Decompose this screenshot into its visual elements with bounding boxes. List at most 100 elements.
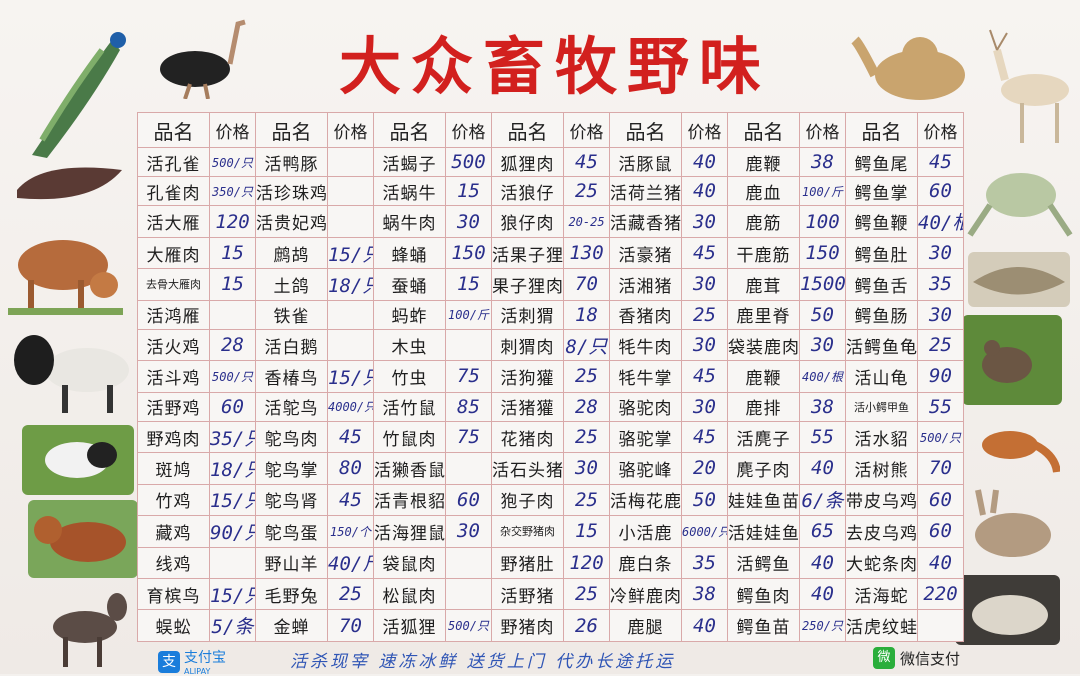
item-price-cell: 40	[799, 452, 846, 485]
item-name-cell: 活贵妃鸡	[255, 205, 328, 238]
item-price-cell: 20	[681, 452, 728, 485]
camel-icon	[845, 25, 970, 115]
item-price-cell: 60	[445, 483, 492, 517]
item-name-cell: 骆驼肉	[609, 391, 682, 422]
item-name-cell: 去皮乌鸡	[845, 515, 918, 548]
item-price-cell	[917, 609, 964, 642]
item-price-cell: 40	[799, 546, 846, 579]
alipay-sublabel: ALIPAY	[184, 667, 211, 676]
item-name-cell: 活青根貂	[373, 483, 446, 517]
item-price-cell: 45	[563, 146, 610, 178]
item-price-cell: 40	[681, 146, 728, 178]
item-price-cell: 90	[917, 360, 964, 393]
footer-bar: 支 支付宝 ALIPAY 活杀现宰 速冻冰鲜 送货上门 代办长途托运 微 微信支…	[140, 645, 960, 676]
item-price-cell: 25	[563, 420, 610, 454]
item-price-cell: 15	[445, 268, 492, 301]
table-header-row: 品名 价格 品名 价格 品名 价格 品名 价格 品名 价格 品名 价格 品名 价格	[137, 112, 964, 148]
item-name-cell: 鳄鱼掌	[845, 176, 918, 207]
item-price-cell: 15	[563, 515, 610, 548]
item-name-cell: 鸵鸟掌	[255, 452, 328, 485]
item-price-cell: 40/斤	[327, 546, 374, 579]
item-price-cell: 500/只	[445, 609, 492, 642]
item-price-cell: 40/根	[917, 205, 964, 238]
table-row: 藏鸡90/只鸵鸟蛋150/个活海狸鼠30杂交野猪肉15小活鹿6000/只活娃娃鱼…	[137, 515, 964, 548]
item-price-cell: 120	[563, 546, 610, 579]
item-price-cell: 25	[563, 360, 610, 393]
wechat-icon: 微	[872, 647, 895, 669]
item-name-cell: 活鸵鸟	[255, 391, 328, 422]
item-name-cell: 活荷兰猪	[609, 176, 682, 207]
service-slogan: 活杀现宰 速冻冰鲜 送货上门 代办长途托运	[290, 652, 676, 672]
dog-icon	[28, 500, 138, 578]
item-price-cell	[209, 546, 256, 579]
item-price-cell	[327, 205, 374, 238]
item-name-cell: 鹿茸	[727, 268, 800, 301]
header-price-cell: 价格	[563, 112, 610, 148]
item-price-cell: 1500	[799, 268, 846, 301]
item-name-cell: 大蛇条肉	[845, 546, 918, 579]
item-name-cell: 活藏香猪	[609, 205, 682, 238]
item-name-cell: 麂子肉	[727, 452, 800, 485]
item-name-cell: 鳄鱼肠	[845, 299, 918, 330]
item-price-cell: 5/条	[209, 609, 256, 642]
item-name-cell: 野鸡肉	[137, 420, 210, 454]
item-name-cell: 育槟鸟	[137, 577, 210, 611]
item-price-cell: 20-25	[563, 205, 610, 238]
item-name-cell: 金蝉	[255, 609, 328, 642]
item-price-cell	[445, 452, 492, 485]
item-name-cell: 松鼠肉	[373, 577, 446, 611]
table-row: 斑鸠18/只鸵鸟掌80活獭香鼠 活石头猪30骆驼峰20麂子肉40活树熊70	[137, 452, 964, 485]
item-name-cell: 斑鸠	[137, 452, 210, 485]
table-row: 竹鸡15/只鸵鸟肾45活青根貂60狍子肉25活梅花鹿50娃娃鱼苗6/条带皮乌鸡6…	[137, 483, 964, 517]
item-price-cell	[445, 546, 492, 579]
item-name-cell: 铁雀	[255, 299, 328, 330]
table-row: 育槟鸟15/只毛野兔25松鼠肉活野猪25冷鲜鹿肉38鳄鱼肉40活海蛇220	[137, 577, 964, 611]
item-price-cell: 45	[327, 420, 374, 454]
item-name-cell: 孔雀肉	[137, 176, 210, 207]
item-name-cell: 带皮乌鸡	[845, 483, 918, 517]
table-row: 孔雀肉 350/只 活珍珠鸡 活蜗牛 15 活狼仔 25 活荷兰猪 40 鹿血 100/斤 鳄鱼掌 60	[137, 176, 964, 207]
item-name-cell: 鳄鱼苗	[727, 609, 800, 642]
item-name-cell: 袋装鹿肉	[727, 328, 800, 362]
item-price-cell: 38	[799, 146, 846, 178]
item-price-cell: 18/只	[327, 268, 374, 301]
table-row: 活孔雀 500/只 活鸭豚 活蝎子 500 狐狸肉 45 活豚鼠 40 鹿鞭 38 鳄鱼尾 45	[137, 146, 964, 178]
header-price-cell: 价格	[327, 112, 374, 148]
item-price-cell	[327, 299, 374, 330]
item-name-cell: 活野鸡	[137, 391, 210, 422]
item-price-cell	[327, 328, 374, 362]
item-name-cell: 活石头猪	[491, 452, 564, 485]
item-price-cell: 15/只	[209, 483, 256, 517]
item-price-cell: 150	[799, 236, 846, 270]
item-name-cell: 活白鹅	[255, 328, 328, 362]
item-price-cell: 75	[445, 360, 492, 393]
item-name-cell: 活火鸡	[137, 328, 210, 362]
item-name-cell: 鸵鸟肾	[255, 483, 328, 517]
sea-cucumber-icon	[12, 150, 127, 210]
item-name-cell: 活鸿雁	[137, 299, 210, 330]
item-price-cell: 350/只	[209, 176, 256, 207]
item-name-cell: 狐狸肉	[491, 146, 564, 178]
item-name-cell: 活水貂	[845, 420, 918, 454]
item-name-cell: 冷鲜鹿肉	[609, 577, 682, 611]
hedgehog-icon	[955, 575, 1060, 645]
price-table: 品名 价格 品名 价格 品名 价格 品名 价格 品名 价格 品名 价格 品名 价格 活孔雀 500/只 活鸭豚…	[137, 112, 964, 642]
table-row: 去骨大雁肉15土鸽18/只蚕蛹15果子狸肉70活湘猪30鹿茸1500鳄鱼舌35	[137, 268, 964, 301]
item-price-cell: 45	[681, 360, 728, 393]
item-name-cell: 活刺猬	[491, 299, 564, 330]
item-price-cell	[445, 577, 492, 611]
item-name-cell: 活果子狸	[491, 236, 564, 270]
item-price-cell: 8/只	[563, 328, 610, 362]
item-name-cell: 活蝎子	[373, 146, 446, 178]
item-price-cell: 50	[799, 299, 846, 330]
item-price-cell: 400/根	[799, 360, 846, 393]
item-name-cell: 鸵鸟蛋	[255, 515, 328, 548]
item-name-cell: 牦牛掌	[609, 360, 682, 393]
item-price-cell: 60	[917, 483, 964, 517]
item-name-cell: 鳄鱼舌	[845, 268, 918, 301]
item-name-cell: 鸵鸟肉	[255, 420, 328, 454]
item-name-cell: 活狼仔	[491, 176, 564, 207]
item-price-cell: 500/只	[209, 146, 256, 178]
item-name-cell: 鳄鱼尾	[845, 146, 918, 178]
item-name-cell: 香猪肉	[609, 299, 682, 330]
